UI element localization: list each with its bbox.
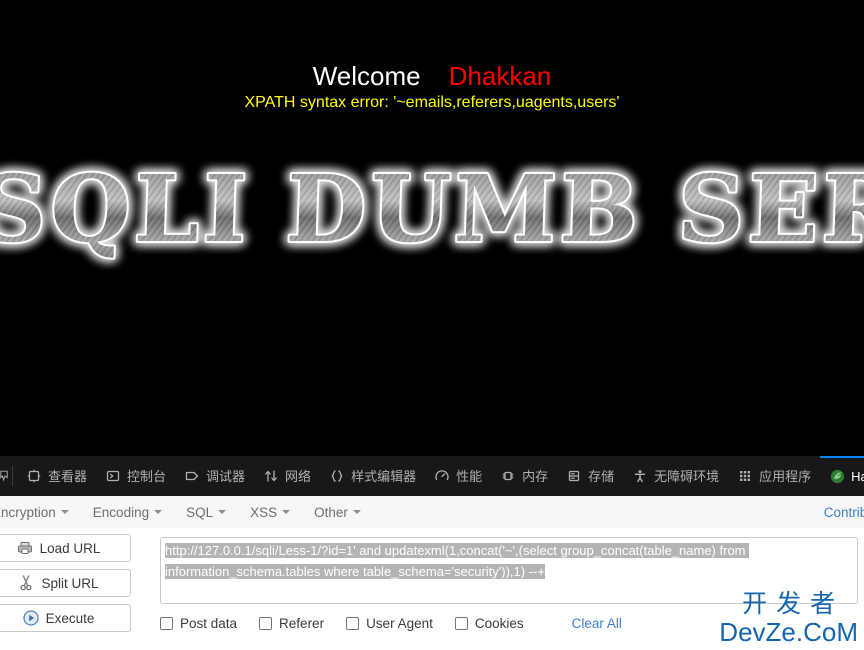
devtools-tab-label: 应用程序 bbox=[759, 468, 812, 484]
clear-all-link[interactable]: Clear All bbox=[572, 616, 622, 631]
toolbar-divider bbox=[12, 466, 13, 486]
play-icon bbox=[22, 610, 39, 626]
split-url-label: Split URL bbox=[41, 575, 99, 591]
welcome-heading: Welcome Dhakkan bbox=[0, 60, 864, 92]
referer-label: Referer bbox=[279, 616, 325, 631]
hackbar-action-buttons: Load URL Split URL Execute bbox=[0, 534, 131, 639]
checkbox-box bbox=[346, 617, 360, 630]
devtools-picker-icon[interactable] bbox=[0, 456, 8, 496]
devtools-toolbar: 查看器 控制台 调试器 网络 样式编辑器 性能 内存 存储 无障碍环境 应用程序… bbox=[0, 456, 864, 497]
devtools-tab-label: 内存 bbox=[522, 468, 549, 484]
execute-button[interactable]: Execute bbox=[0, 604, 131, 632]
devtools-tab-label: 控制台 bbox=[127, 468, 167, 484]
style-editor-icon bbox=[329, 468, 345, 484]
devtools-tab-label: 网络 bbox=[285, 468, 312, 484]
network-icon bbox=[263, 468, 279, 484]
checkbox-box bbox=[259, 617, 273, 630]
hackbar-menu-encoding[interactable]: Encoding bbox=[81, 505, 174, 520]
load-url-icon bbox=[17, 540, 33, 556]
devtools-tab-storage[interactable]: 存储 bbox=[557, 456, 623, 496]
sqli-lab-page: Welcome Dhakkan XPATH syntax error: '~ema… bbox=[0, 0, 864, 456]
user-agent-checkbox[interactable]: User Agent bbox=[346, 616, 433, 631]
application-icon bbox=[737, 468, 753, 484]
performance-icon bbox=[434, 468, 450, 484]
hackbar-menu-label: Encoding bbox=[92, 504, 150, 520]
cookies-label: Cookies bbox=[474, 616, 524, 631]
devtools-tab-label: 性能 bbox=[456, 468, 483, 484]
load-url-button[interactable]: Load URL bbox=[0, 534, 131, 562]
post-data-checkbox[interactable]: Post data bbox=[160, 616, 237, 631]
inspector-icon bbox=[26, 468, 42, 484]
hackbar-menu-xss[interactable]: XSS bbox=[238, 505, 302, 520]
load-url-label: Load URL bbox=[39, 540, 101, 556]
devtools-tab-inspector[interactable]: 查看器 bbox=[17, 456, 96, 496]
devtools-tab-style-editor[interactable]: 样式编辑器 bbox=[320, 456, 425, 496]
execute-label: Execute bbox=[45, 610, 95, 626]
hackbar-menu-label: XSS bbox=[250, 504, 278, 520]
hackbar-menu-other[interactable]: Other bbox=[302, 505, 373, 520]
hackbar-menu-label: Encryption bbox=[0, 504, 56, 520]
devtools-tab-label: 调试器 bbox=[206, 468, 246, 484]
devtools-tab-label: HackBar bbox=[851, 468, 864, 484]
chevron-down-icon bbox=[60, 510, 69, 514]
devtools-tab-label: 查看器 bbox=[48, 468, 88, 484]
xpath-error-message: XPATH syntax error: '~emails,referers,ua… bbox=[244, 94, 620, 111]
devtools-tab-debugger[interactable]: 调试器 bbox=[175, 456, 254, 496]
console-icon bbox=[105, 468, 121, 484]
devtools-tab-performance[interactable]: 性能 bbox=[425, 456, 491, 496]
banner-brush-layer: SQLI DUMB SERIES bbox=[0, 155, 864, 263]
accessibility-icon bbox=[632, 468, 648, 484]
user-agent-label: User Agent bbox=[366, 616, 433, 631]
hackbar-body: Load URL Split URL Execute http://127.0.… bbox=[0, 528, 864, 650]
storage-icon bbox=[566, 468, 582, 484]
sqli-dumb-series-banner: SQLI DUMB SERIES SQLI DUMB SERIES SQLI D… bbox=[0, 155, 864, 273]
cookies-checkbox[interactable]: Cookies bbox=[454, 616, 524, 631]
devtools-tab-label: 存储 bbox=[588, 468, 615, 484]
chevron-down-icon bbox=[282, 510, 291, 514]
memory-icon bbox=[500, 468, 516, 484]
scissors-icon bbox=[18, 575, 34, 591]
hackbar-menu-sql[interactable]: SQL bbox=[174, 505, 238, 520]
devtools-tab-network[interactable]: 网络 bbox=[254, 456, 320, 496]
debugger-icon bbox=[184, 468, 200, 484]
devtools-tab-memory[interactable]: 内存 bbox=[491, 456, 557, 496]
devtools-tab-application[interactable]: 应用程序 bbox=[728, 456, 820, 496]
contribute-link[interactable]: Contribute bbox=[824, 505, 864, 520]
hackbar-menubar: Encryption Encoding SQL XSS Other Contri… bbox=[0, 496, 864, 529]
chevron-down-icon bbox=[352, 510, 361, 514]
devtools-tab-label: 样式编辑器 bbox=[351, 468, 417, 484]
hackbar-panel: Encryption Encoding SQL XSS Other Contri… bbox=[0, 496, 864, 650]
welcome-word: Welcome bbox=[312, 61, 421, 91]
chevron-down-icon bbox=[154, 510, 163, 514]
welcome-username: Dhakkan bbox=[448, 61, 552, 91]
chevron-down-icon bbox=[218, 510, 227, 514]
hackbar-menu-label: SQL bbox=[186, 504, 214, 520]
checkbox-box bbox=[160, 617, 173, 630]
devtools-tab-label: 无障碍环境 bbox=[654, 468, 720, 484]
hackbar-menu-encryption[interactable]: Encryption bbox=[0, 505, 81, 520]
post-data-label: Post data bbox=[180, 616, 238, 631]
checkbox-box bbox=[454, 617, 468, 630]
hackbar-menu-label: Other bbox=[314, 504, 348, 520]
devtools-tab-console[interactable]: 控制台 bbox=[96, 456, 175, 496]
referer-checkbox[interactable]: Referer bbox=[259, 616, 324, 631]
split-url-button[interactable]: Split URL bbox=[0, 569, 131, 597]
url-input-area[interactable]: http://127.0.0.1/sqli/Less-1/?id=1' and … bbox=[160, 537, 858, 604]
hackbar-options-row: Post data Referer User Agent Cookies Cle… bbox=[160, 616, 622, 631]
devtools-tab-hackbar[interactable]: HackBar bbox=[820, 456, 864, 496]
url-input-value: http://127.0.0.1/sqli/Less-1/?id=1' and … bbox=[165, 543, 750, 579]
devtools-tab-accessibility[interactable]: 无障碍环境 bbox=[623, 456, 728, 496]
hackbar-icon bbox=[829, 468, 845, 484]
